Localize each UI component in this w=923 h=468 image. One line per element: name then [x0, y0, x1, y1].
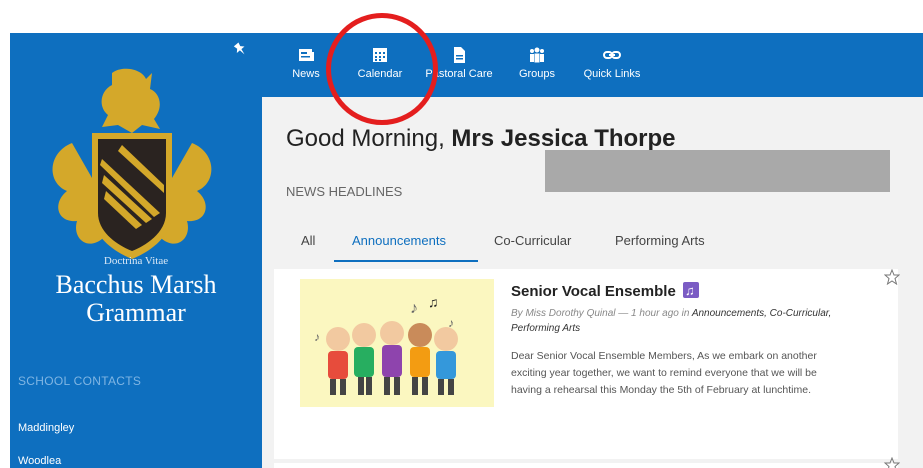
main-content: Good Morning, Mrs Jessica Thorpe NEWS HE… — [262, 97, 923, 468]
school-name: Bacchus Marsh Grammar — [55, 270, 217, 327]
school-motto: Doctrina Vitae — [103, 255, 169, 267]
nav-quick-links-label: Quick Links — [583, 68, 641, 80]
tab-co-curricular[interactable]: Co-Curricular — [494, 233, 571, 248]
music-note-icon: ♫ — [682, 282, 699, 298]
tab-all[interactable]: All — [301, 233, 315, 248]
nav-news-label: News — [292, 68, 320, 80]
svg-text:♫: ♫ — [685, 283, 695, 298]
window-left-strip — [0, 33, 10, 468]
news-card-2[interactable] — [274, 457, 900, 468]
star-icon[interactable] — [884, 269, 900, 285]
svg-text:♫: ♫ — [428, 294, 439, 310]
redaction-box — [545, 150, 890, 192]
contact-maddingley[interactable]: Maddingley — [18, 422, 74, 434]
greeting-name: Mrs Jessica Thorpe — [451, 125, 676, 152]
post-body: Dear Senior Vocal Ensemble Members, As w… — [511, 350, 817, 396]
post-meta: By Miss Dorothy Quinal — 1 hour ago in A… — [511, 306, 851, 336]
people-icon — [530, 47, 544, 63]
post-title[interactable]: Senior Vocal Ensemble ♫ — [511, 282, 699, 300]
choir-children-illustration: ♪ ♫ ♪ ♪ — [300, 279, 494, 407]
nav-groups[interactable]: Groups — [513, 33, 561, 97]
greeting: Good Morning, Mrs Jessica Thorpe — [286, 125, 676, 153]
contact-woodlea[interactable]: Woodlea — [18, 455, 61, 467]
highlight-circle — [326, 13, 438, 125]
link-icon — [603, 51, 621, 59]
svg-text:♪: ♪ — [314, 330, 320, 344]
school-contacts-heading: SCHOOL CONTACTS — [18, 374, 142, 388]
newspaper-icon — [299, 49, 314, 61]
window-top-strip — [0, 0, 923, 33]
news-tabs: All Announcements Co-Curricular Performi… — [262, 227, 923, 262]
nav-news[interactable]: News — [286, 33, 326, 97]
sidebar: Doctrina Vitae Bacchus Marsh Grammar SCH… — [10, 33, 262, 468]
nav-quick-links[interactable]: Quick Links — [580, 33, 644, 97]
document-icon — [454, 47, 465, 63]
news-headlines-heading: NEWS HEADLINES — [286, 184, 403, 199]
nav-groups-label: Groups — [518, 68, 556, 80]
svg-text:♪: ♪ — [410, 300, 418, 317]
greeting-prefix: Good Morning, — [286, 125, 452, 152]
pin-icon[interactable] — [232, 41, 248, 57]
tab-announcements[interactable]: Announcements — [352, 233, 446, 248]
active-tab-indicator — [334, 260, 478, 262]
post-title-text: Senior Vocal Ensemble — [511, 283, 676, 300]
star-icon[interactable] — [884, 457, 900, 468]
meta-by: By — [511, 308, 526, 319]
post-author[interactable]: Miss Dorothy Quinal — [525, 308, 615, 319]
school-crest-logo — [52, 68, 212, 259]
tab-performing-arts[interactable]: Performing Arts — [615, 233, 705, 248]
news-card[interactable]: ♪ ♫ ♪ ♪ Senior Vocal Ensemble ♫ By Miss … — [274, 269, 900, 459]
meta-time: — 1 hour ago in — [615, 308, 692, 319]
